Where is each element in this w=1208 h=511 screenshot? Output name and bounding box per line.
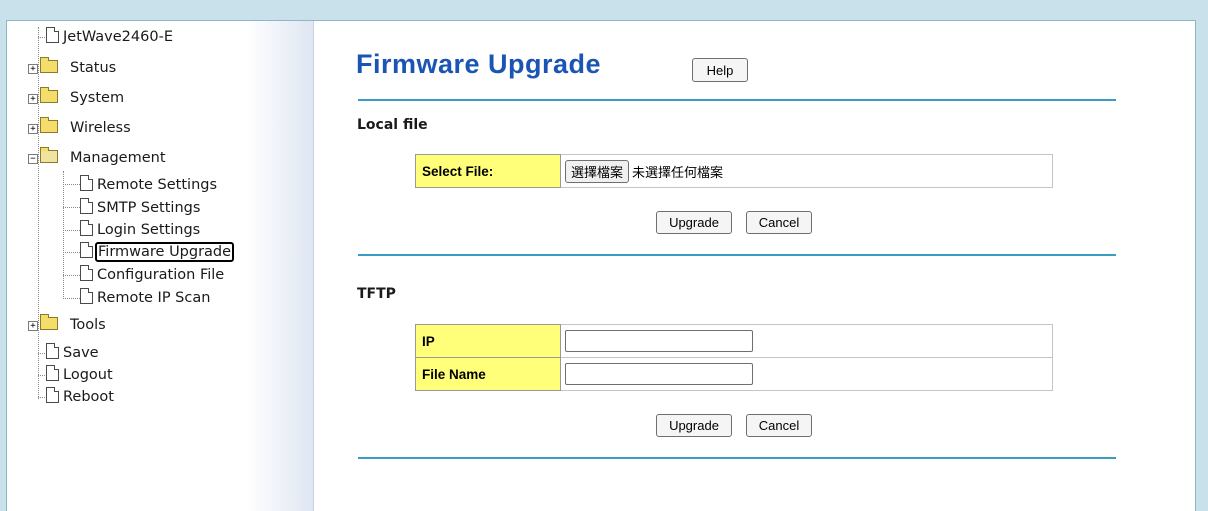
tree-connector bbox=[63, 298, 80, 299]
tree-item-remote-settings[interactable]: Remote Settings bbox=[80, 175, 219, 195]
tree-connector bbox=[63, 184, 80, 185]
ip-label: IP bbox=[415, 324, 561, 358]
local-file-heading: Local file bbox=[357, 117, 428, 133]
expand-icon[interactable]: + bbox=[28, 124, 38, 134]
page-title: Firmware Upgrade bbox=[356, 49, 602, 79]
file-name-cell bbox=[560, 357, 1053, 391]
tftp-heading: TFTP bbox=[357, 286, 396, 302]
tree-item-label: SMTP Settings bbox=[97, 200, 201, 216]
main-frame: JetWave2460-E + Status + System + Wireless … bbox=[6, 20, 1196, 511]
tree-item-label: Remote IP Scan bbox=[97, 290, 211, 306]
document-icon bbox=[80, 265, 93, 281]
ip-input[interactable] bbox=[565, 330, 753, 352]
tree-folder-label: Wireless bbox=[70, 120, 131, 136]
document-icon bbox=[80, 198, 93, 214]
tree-trunk-line bbox=[38, 27, 39, 399]
tftp-cancel-button[interactable]: Cancel bbox=[746, 414, 812, 437]
tree-item-label: Configuration File bbox=[97, 267, 225, 283]
tree-item-configuration-file[interactable]: Configuration File bbox=[80, 265, 226, 285]
tree-folder-wireless[interactable]: + Wireless bbox=[28, 117, 133, 138]
tree-root-label: JetWave2460-E bbox=[63, 29, 173, 45]
open-folder-icon bbox=[40, 147, 58, 163]
tree-item-firmware-upgrade[interactable]: Firmware Upgrade bbox=[80, 242, 235, 262]
select-file-label: Select File: bbox=[415, 154, 561, 188]
local-upgrade-button[interactable]: Upgrade bbox=[656, 211, 732, 234]
choose-file-button[interactable]: 選擇檔案 bbox=[565, 159, 630, 183]
help-button[interactable]: Help bbox=[692, 58, 748, 82]
expand-icon[interactable]: + bbox=[28, 321, 38, 331]
tree-item-login-settings[interactable]: Login Settings bbox=[80, 220, 202, 240]
tree-folder-system[interactable]: + System bbox=[28, 87, 126, 108]
no-file-chosen-text: 未選擇任何檔案 bbox=[632, 165, 724, 181]
tree-item-label: Login Settings bbox=[97, 222, 201, 238]
document-icon bbox=[46, 343, 59, 359]
form-row: File Name bbox=[415, 357, 1053, 391]
tree-connector bbox=[63, 207, 80, 208]
tree-action-reboot[interactable]: Reboot bbox=[46, 387, 116, 407]
tree-item-label: Firmware Upgrade bbox=[95, 242, 235, 262]
tree-item-smtp-settings[interactable]: SMTP Settings bbox=[80, 198, 202, 218]
expand-icon[interactable]: + bbox=[28, 94, 38, 104]
folder-icon bbox=[40, 57, 58, 73]
local-file-form: Select File: 選擇檔案 未選擇任何檔案 bbox=[415, 154, 1053, 188]
tftp-upgrade-button[interactable]: Upgrade bbox=[656, 414, 732, 437]
divider bbox=[358, 99, 1116, 101]
tree-folder-label: Management bbox=[70, 150, 166, 166]
tree-folder-label: System bbox=[70, 90, 125, 106]
tftp-form: IP File Name bbox=[415, 324, 1053, 391]
divider bbox=[358, 254, 1116, 256]
tree-connector bbox=[63, 275, 80, 276]
file-name-input[interactable] bbox=[565, 363, 753, 385]
sidebar-tree: JetWave2460-E + Status + System + Wireless … bbox=[7, 21, 314, 511]
folder-icon bbox=[40, 87, 58, 103]
file-name-label: File Name bbox=[415, 357, 561, 391]
document-icon bbox=[46, 27, 59, 43]
file-picker[interactable]: 選擇檔案 未選擇任何檔案 bbox=[560, 154, 1053, 188]
tree-action-logout[interactable]: Logout bbox=[46, 365, 115, 385]
tree-connector bbox=[63, 230, 80, 231]
tree-action-save[interactable]: Save bbox=[46, 343, 101, 363]
tree-folder-label: Tools bbox=[70, 317, 106, 333]
document-icon bbox=[80, 220, 93, 236]
main-content: Firmware Upgrade Help Local file Select … bbox=[314, 21, 1194, 511]
tree-action-label: Logout bbox=[63, 367, 113, 383]
form-row: Select File: 選擇檔案 未選擇任何檔案 bbox=[415, 154, 1053, 188]
ip-cell bbox=[560, 324, 1053, 358]
tree-folder-label: Status bbox=[70, 60, 117, 76]
folder-icon bbox=[40, 314, 58, 330]
collapse-icon[interactable]: − bbox=[28, 154, 38, 164]
tree-branch-line bbox=[63, 171, 64, 299]
document-icon bbox=[80, 288, 93, 304]
document-icon bbox=[46, 365, 59, 381]
document-icon bbox=[80, 175, 93, 191]
tree-folder-management[interactable]: − Management bbox=[28, 147, 168, 168]
tree-folder-status[interactable]: + Status bbox=[28, 57, 118, 78]
tree-action-label: Save bbox=[63, 345, 99, 361]
form-row: IP bbox=[415, 324, 1053, 358]
folder-icon bbox=[40, 117, 58, 133]
document-icon bbox=[46, 387, 59, 403]
document-icon bbox=[80, 242, 93, 258]
tree-action-label: Reboot bbox=[63, 389, 114, 405]
tree-item-label: Remote Settings bbox=[97, 177, 218, 193]
tree-item-remote-ip-scan[interactable]: Remote IP Scan bbox=[80, 288, 212, 308]
tree-folder-tools[interactable]: + Tools bbox=[28, 314, 108, 335]
divider bbox=[358, 457, 1116, 459]
local-cancel-button[interactable]: Cancel bbox=[746, 211, 812, 234]
tree-connector bbox=[63, 252, 80, 253]
expand-icon[interactable]: + bbox=[28, 64, 38, 74]
tree-root[interactable]: JetWave2460-E bbox=[46, 27, 175, 47]
